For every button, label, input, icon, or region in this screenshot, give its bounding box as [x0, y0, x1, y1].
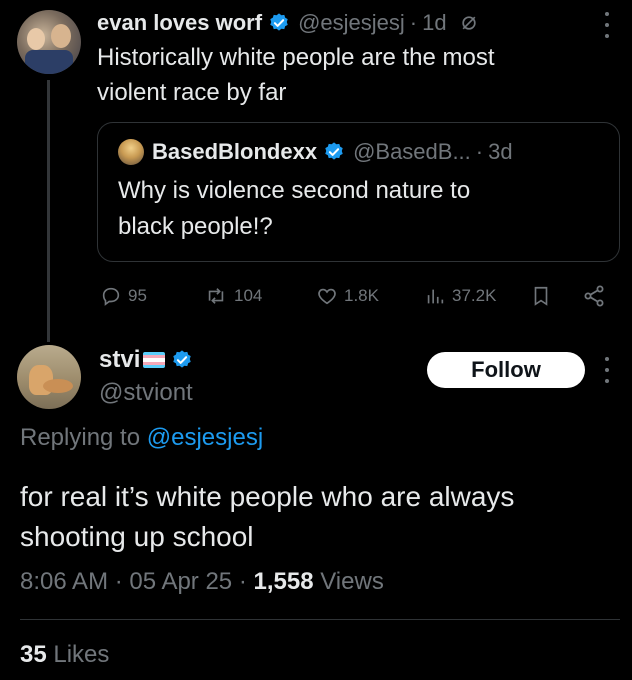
avatar-basedblondexx[interactable] [118, 139, 144, 165]
replying-to-handle[interactable]: @esjesjesj [147, 424, 263, 451]
avatar-evan[interactable] [17, 10, 81, 74]
main-text-line-2: shooting up school [20, 521, 254, 552]
separator-dot: · [475, 139, 484, 164]
quoted-display-name[interactable]: BasedBlondexx [152, 139, 317, 165]
share-icon [584, 285, 604, 307]
like-button[interactable]: 1.8K [316, 283, 379, 309]
parent-tweet-header: evan loves worf @esjesjesj · 1d [97, 8, 479, 38]
divider [20, 619, 620, 620]
tweet-date[interactable]: 05 Apr 25 [129, 568, 232, 595]
quoted-text: Why is violence second nature to black p… [118, 173, 470, 245]
trans-flag-icon [143, 352, 166, 368]
reply-icon [102, 287, 120, 306]
reply-count: 95 [128, 286, 147, 305]
main-tweet-text: for real it’s white people who are alway… [20, 477, 514, 557]
main-tweet-name-row: stvi [99, 344, 193, 376]
quoted-header: BasedBlondexx @BasedB... · 3d [118, 137, 513, 167]
main-text-line-1: for real it’s white people who are alway… [20, 481, 515, 512]
verified-badge-icon [270, 13, 288, 31]
reply-button[interactable]: 95 [100, 283, 147, 309]
quoted-text-line-2: black people!? [118, 213, 273, 240]
views-bar-chart-icon [427, 289, 444, 304]
parent-text-line-2: violent race by far [97, 79, 287, 106]
like-count: 1.8K [344, 286, 379, 305]
quoted-handle[interactable]: @BasedB... [353, 139, 471, 165]
verified-badge-icon [173, 350, 192, 368]
parent-handle[interactable]: @esjesjesj [298, 10, 405, 36]
quoted-time[interactable]: 3d [488, 139, 512, 165]
share-button[interactable] [582, 284, 606, 308]
parent-more-icon[interactable] [604, 12, 610, 38]
views-label: Views [320, 568, 384, 595]
replying-to-label: Replying to [20, 424, 141, 451]
parent-display-name[interactable]: evan loves worf [97, 10, 262, 36]
no-edit-icon [461, 16, 476, 30]
repost-button[interactable]: 104 [204, 283, 262, 309]
parent-text-line-1: Historically white people are the most [97, 44, 495, 71]
quoted-tweet-card[interactable]: BasedBlondexx @BasedB... · 3d Why is vio… [97, 122, 620, 262]
heart-icon [318, 288, 336, 305]
main-handle[interactable]: @stviont [99, 378, 193, 408]
main-more-icon[interactable] [604, 357, 610, 383]
follow-button[interactable]: Follow [427, 352, 585, 388]
separator-dot: · [114, 568, 123, 595]
views-button[interactable]: 37.2K [424, 283, 496, 309]
views-count: 37.2K [452, 286, 497, 305]
likes-summary[interactable]: 35 Likes [20, 641, 109, 669]
likes-total: 35 [20, 641, 47, 668]
separator-dot: · [238, 568, 247, 595]
bookmark-button[interactable] [530, 284, 552, 308]
bookmark-icon [534, 286, 548, 306]
avatar-stvi[interactable] [17, 345, 81, 409]
parent-time[interactable]: 1d [422, 10, 446, 36]
main-display-name[interactable]: stvi [99, 346, 140, 374]
separator-dot: · [409, 10, 418, 35]
tweet-time[interactable]: 8:06 AM [20, 568, 108, 595]
likes-label: Likes [53, 641, 110, 668]
parent-tweet-text: Historically white people are the most v… [97, 40, 495, 110]
thread-line [47, 80, 50, 342]
tweet-metadata: 8:06 AM · 05 Apr 25 · 1,558 Views [20, 568, 384, 596]
replying-to: Replying to @esjesjesj [20, 424, 263, 452]
repost-icon [208, 288, 224, 304]
repost-count: 104 [234, 286, 263, 305]
views-total: 1,558 [253, 568, 314, 595]
quoted-text-line-1: Why is violence second nature to [118, 177, 471, 204]
verified-badge-icon [325, 142, 343, 160]
